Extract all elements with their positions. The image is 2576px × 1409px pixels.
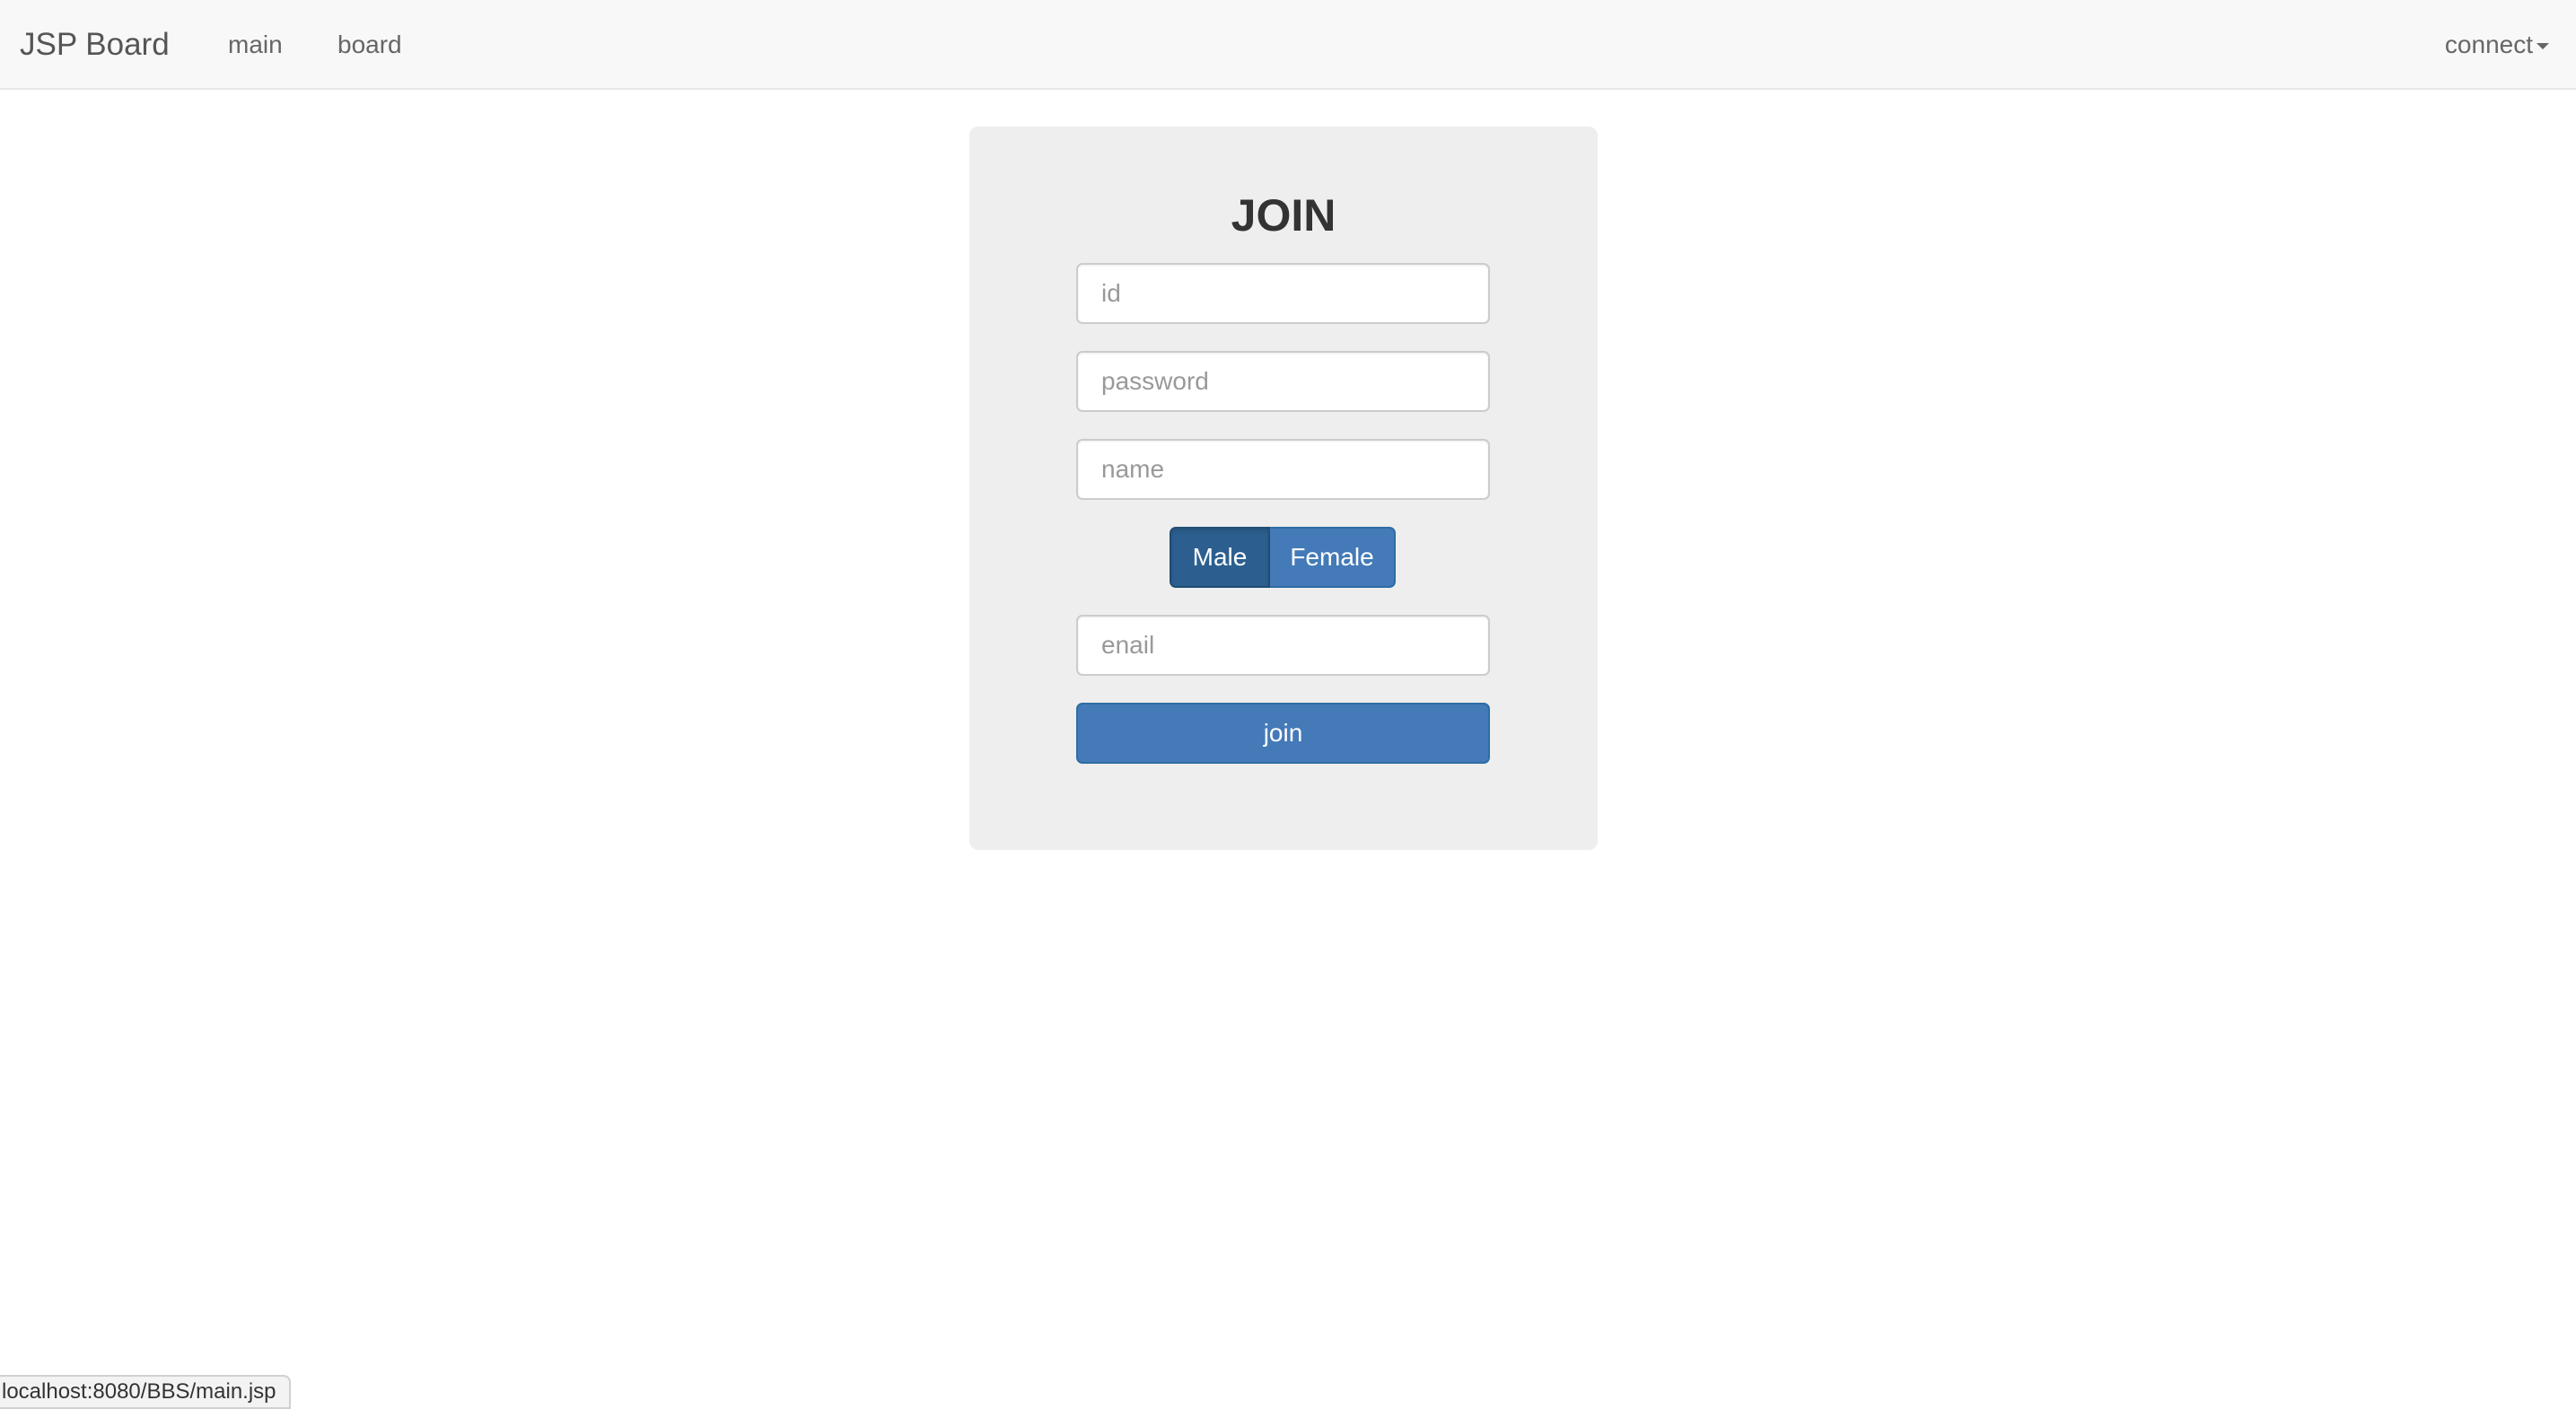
brand-link[interactable]: JSP Board	[20, 0, 170, 90]
gender-female-button[interactable]: Female	[1270, 527, 1396, 588]
status-bar-url: localhost:8080/BBS/main.jsp	[0, 1375, 291, 1409]
gender-toggle-group: Male Female	[1170, 527, 1396, 588]
join-title: JOIN	[1231, 190, 1336, 241]
nav-link-main[interactable]: main	[228, 0, 283, 90]
caret-down-icon	[2537, 43, 2549, 50]
nav-link-board[interactable]: board	[337, 0, 402, 90]
email-input[interactable]	[1076, 615, 1490, 676]
connect-dropdown-label: connect	[2444, 31, 2533, 58]
join-button[interactable]: join	[1076, 703, 1490, 764]
connect-dropdown[interactable]: connect	[2445, 0, 2549, 90]
gender-male-button[interactable]: Male	[1170, 527, 1270, 588]
name-input[interactable]	[1076, 439, 1490, 500]
id-input[interactable]	[1076, 263, 1490, 324]
top-navbar: JSP Board main board connect	[0, 0, 2576, 90]
password-input[interactable]	[1076, 351, 1490, 412]
